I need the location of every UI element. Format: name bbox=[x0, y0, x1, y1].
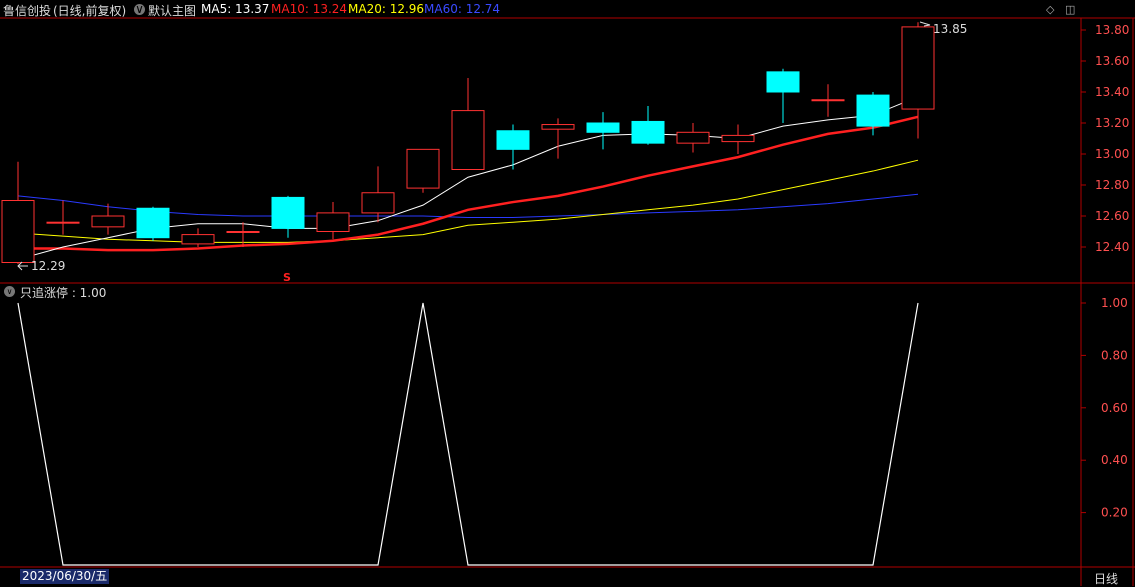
chevron-down-icon[interactable]: ∨ bbox=[134, 3, 145, 15]
candle-body-up bbox=[316, 212, 350, 232]
indicator-label[interactable]: 只追涨停 : 1.00 bbox=[20, 284, 106, 301]
candle-body-up bbox=[406, 148, 440, 189]
sub-y-tick-label: 0.40 bbox=[1101, 453, 1128, 467]
y-tick-label: 12.40 bbox=[1095, 240, 1129, 254]
low-price-label: 12.29 bbox=[31, 259, 65, 273]
diamond-icon[interactable]: ◇ bbox=[1046, 3, 1054, 16]
adjust-mode: (日线,前复权) bbox=[53, 4, 127, 18]
stock-name[interactable]: 鲁信创投 bbox=[3, 2, 51, 19]
kline-chart[interactable]: 13.80 13.60 13.40 13.20 13.00 12.80 12.60 12.40… bbox=[0, 0, 1135, 586]
ma60-label: MA60: 12.74 bbox=[424, 2, 501, 16]
candle-body-up bbox=[676, 131, 710, 144]
main-chart-toggle[interactable]: ∨ bbox=[134, 2, 145, 16]
sub-y-tick-label: 0.60 bbox=[1101, 401, 1128, 415]
candle-body-up bbox=[811, 99, 845, 102]
candle-body-down bbox=[856, 94, 890, 127]
ma5-label: MA5: 13.37 bbox=[201, 2, 270, 16]
y-tick-label: 13.00 bbox=[1095, 147, 1129, 161]
candle-body-down bbox=[496, 130, 530, 150]
candle-body-up bbox=[181, 234, 215, 245]
candle-body-down bbox=[586, 122, 620, 133]
low-arrow-icon bbox=[17, 261, 28, 271]
y-tick-label: 12.60 bbox=[1095, 209, 1129, 223]
chevron-down-icon[interactable]: ∨ bbox=[4, 286, 15, 297]
main-chart-label[interactable]: 默认主图 bbox=[148, 2, 196, 19]
candle-body-down bbox=[271, 196, 305, 229]
y-tick-label: 13.60 bbox=[1095, 54, 1129, 68]
sub-y-tick-label: 0.20 bbox=[1101, 506, 1128, 520]
candle-body-up bbox=[541, 124, 575, 130]
period-tab[interactable]: 日线 bbox=[1094, 570, 1118, 587]
window-icon[interactable]: ◫ bbox=[1065, 3, 1075, 16]
candle-body-up bbox=[91, 215, 125, 228]
ma20-label: MA20: 12.96 bbox=[348, 2, 425, 16]
sub-y-tick-label: 1.00 bbox=[1101, 296, 1128, 310]
high-price-label: 13.85 bbox=[933, 22, 967, 36]
candle-body-up bbox=[721, 134, 755, 143]
candle-body-up bbox=[361, 192, 395, 214]
cursor-date: 2023/06/30/五 bbox=[20, 569, 110, 584]
y-tick-label: 12.80 bbox=[1095, 178, 1129, 192]
indicator-line bbox=[17, 302, 919, 566]
candle-body-up bbox=[46, 221, 80, 224]
candle-body-up bbox=[1, 200, 35, 263]
sub-y-tick-label: 0.80 bbox=[1101, 348, 1128, 362]
candle-body-up bbox=[226, 231, 260, 233]
candle-body-down bbox=[631, 120, 665, 144]
high-arrow-icon bbox=[919, 21, 931, 27]
y-tick-label: 13.20 bbox=[1095, 116, 1129, 130]
chart-header: 鲁信创投 (日线,前复权) ∨ 默认主图 MA5: 13.37 MA10: 13… bbox=[0, 0, 1080, 18]
y-tick-label: 13.80 bbox=[1095, 23, 1129, 37]
ma10-label: MA10: 13.24 bbox=[271, 2, 348, 16]
candle-body-down bbox=[136, 207, 170, 239]
y-tick-label: 13.40 bbox=[1095, 85, 1129, 99]
candle-body-up bbox=[451, 110, 485, 170]
candle-body-up bbox=[901, 26, 935, 110]
signal-marker: S bbox=[283, 271, 291, 284]
candle-body-down bbox=[766, 71, 800, 93]
